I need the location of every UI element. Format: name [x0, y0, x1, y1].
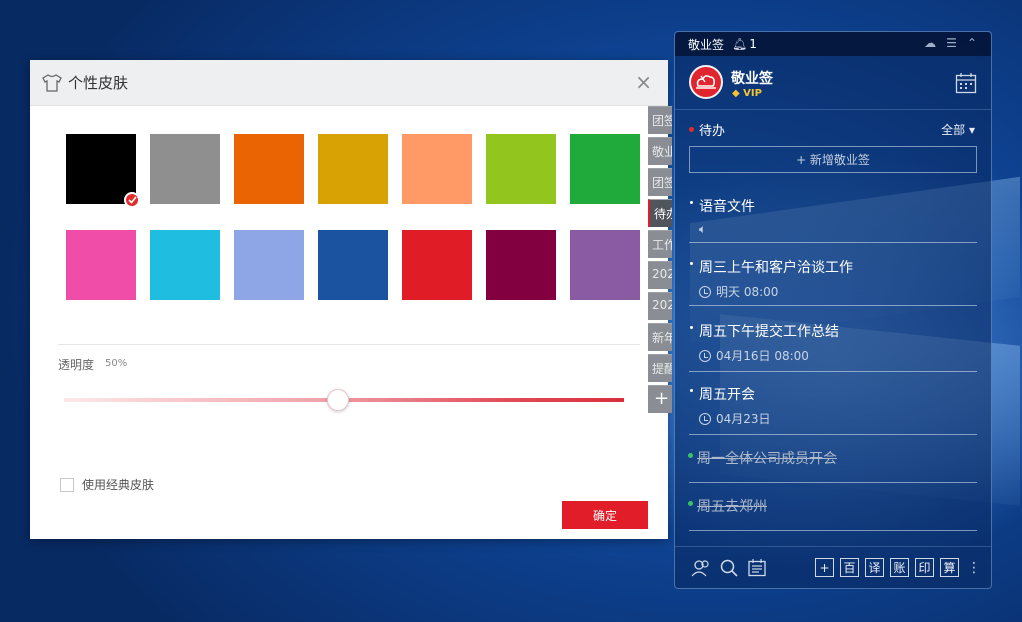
color-swatch[interactable] [234, 134, 304, 204]
note-reminder: 明天 08:00 [689, 283, 977, 300]
color-swatch[interactable] [570, 230, 640, 300]
search-icon[interactable] [719, 558, 739, 578]
note-item-done[interactable]: 周五去郑州 [688, 496, 977, 531]
shirt-icon [42, 73, 62, 92]
menu-icon[interactable]: ☰ [946, 36, 957, 50]
side-tab[interactable]: 工作 [648, 230, 672, 258]
color-swatch[interactable] [318, 230, 388, 300]
confirm-button[interactable]: 确定 [562, 501, 648, 529]
dialog-header: 个性皮肤 × [30, 60, 668, 106]
note-title: 周五开会 [689, 384, 977, 404]
color-swatch[interactable] [402, 230, 472, 300]
note-item[interactable]: 周五开会 04月23日 [689, 384, 977, 435]
clock-icon [699, 349, 711, 362]
vip-badge: ◆ VIP [732, 88, 762, 99]
clock-icon [699, 285, 711, 298]
filter-dropdown[interactable]: 全部 ▾ [941, 121, 975, 138]
note-item[interactable]: 周五下午提交工作总结 04月16日 08:00 [689, 321, 977, 372]
collapse-icon[interactable]: ⌃ [967, 36, 977, 50]
clock-icon [699, 412, 711, 425]
skin-dialog: 个性皮肤 × 透明度 50% 使用经典皮肤 确定 [30, 60, 668, 539]
tool-calculator-button[interactable]: 算 [940, 558, 959, 577]
color-swatch[interactable] [150, 134, 220, 204]
side-tab[interactable]: 团签 [648, 106, 672, 134]
side-tab[interactable]: 敬业 [648, 137, 672, 165]
color-swatch[interactable] [66, 134, 140, 208]
calendar-note-icon[interactable] [747, 558, 767, 578]
opacity-label: 透明度 [58, 358, 95, 372]
note-title: 周一全体公司成员开会 [688, 448, 977, 468]
note-title: 周三上午和客户洽谈工作 [689, 257, 977, 277]
color-swatch[interactable] [318, 134, 388, 204]
panel-bottom-bar: + 百 译 账 印 算 ⋮ [675, 546, 991, 588]
tool-translate-button[interactable]: 译 [865, 558, 884, 577]
color-swatch[interactable] [402, 134, 472, 204]
panel-header: 敬业签 ◆ VIP [675, 56, 991, 110]
tool-print-button[interactable]: 印 [915, 558, 934, 577]
section-title-text: 待办 [699, 124, 726, 139]
note-item[interactable]: 语音文件 🔈︎ [689, 196, 977, 243]
close-icon[interactable]: × [635, 72, 652, 92]
classic-skin-checkbox[interactable] [60, 477, 74, 492]
note-item-done[interactable]: 周一全体公司成员开会 [688, 448, 977, 483]
color-swatch[interactable] [234, 230, 304, 300]
side-tab-active[interactable]: 待办 [648, 199, 672, 227]
note-title: 语音文件 [689, 196, 977, 216]
dialog-title: 个性皮肤 [68, 74, 129, 92]
add-tab-button[interactable]: + [648, 385, 672, 413]
note-time: 明天 08:00 [716, 285, 779, 299]
section-dot [689, 127, 694, 132]
tool-add-button[interactable]: + [815, 558, 834, 577]
tool-buttons: + 百 译 账 印 算 ⋮ [815, 558, 981, 577]
app-logo-icon [689, 65, 723, 99]
vip-label: VIP [743, 88, 762, 99]
tool-account-button[interactable]: 账 [890, 558, 909, 577]
side-tab[interactable]: 提醒 [648, 354, 672, 382]
new-note-button[interactable]: + 新增敬业签 [689, 146, 977, 173]
color-swatch[interactable] [570, 134, 640, 204]
note-reminder: 04月23日 [689, 410, 977, 427]
note-item[interactable]: 周三上午和客户洽谈工作 明天 08:00 [689, 257, 977, 306]
note-time: 04月16日 08:00 [716, 349, 809, 363]
note-reminder: 04月16日 08:00 [689, 347, 977, 364]
panel-topbar: 敬业签 🔔︎ 1 ☁ ☰ ⌃ [675, 32, 991, 56]
contacts-icon[interactable] [691, 558, 711, 578]
more-icon[interactable]: ⋮ [967, 560, 981, 576]
side-tab[interactable]: 202 [648, 261, 672, 289]
note-audio: 🔈︎ [689, 222, 977, 237]
section-title: 待办 [689, 120, 725, 139]
app-name: 敬业签 [731, 71, 773, 87]
opacity-value: 50% [105, 358, 128, 369]
cloud-icon[interactable]: ☁ [924, 36, 936, 50]
color-swatch[interactable] [486, 134, 556, 204]
tool-baidu-button[interactable]: 百 [840, 558, 859, 577]
note-title: 周五去郑州 [688, 496, 977, 516]
side-tab[interactable]: 团签 [648, 168, 672, 196]
note-time: 04月23日 [716, 412, 771, 426]
classic-skin-option[interactable]: 使用经典皮肤 [60, 476, 154, 493]
color-swatch[interactable] [150, 230, 220, 300]
topbar-title: 敬业签 [688, 37, 725, 52]
note-panel: 敬业签 🔔︎ 1 ☁ ☰ ⌃ 敬业签 ◆ VIP 待办 全部 ▾ + 新增敬业签… [674, 31, 992, 589]
note-title: 周五下午提交工作总结 [689, 321, 977, 341]
notification-count: 1 [749, 37, 757, 51]
classic-skin-label: 使用经典皮肤 [82, 478, 155, 492]
divider [58, 344, 640, 345]
side-tab[interactable]: 202 [648, 292, 672, 320]
opacity-slider-handle[interactable] [327, 389, 349, 411]
color-swatch[interactable] [66, 230, 136, 300]
filter-label: 全部 [941, 123, 966, 137]
calendar-icon[interactable] [955, 72, 977, 94]
bell-icon[interactable]: 🔔︎ [732, 37, 747, 51]
speaker-icon[interactable]: 🔈︎ [699, 222, 706, 237]
window-controls: ☁ ☰ ⌃ [924, 36, 977, 50]
selected-check-icon [124, 192, 140, 208]
side-tab[interactable]: 新年 [648, 323, 672, 351]
color-swatch[interactable] [486, 230, 556, 300]
